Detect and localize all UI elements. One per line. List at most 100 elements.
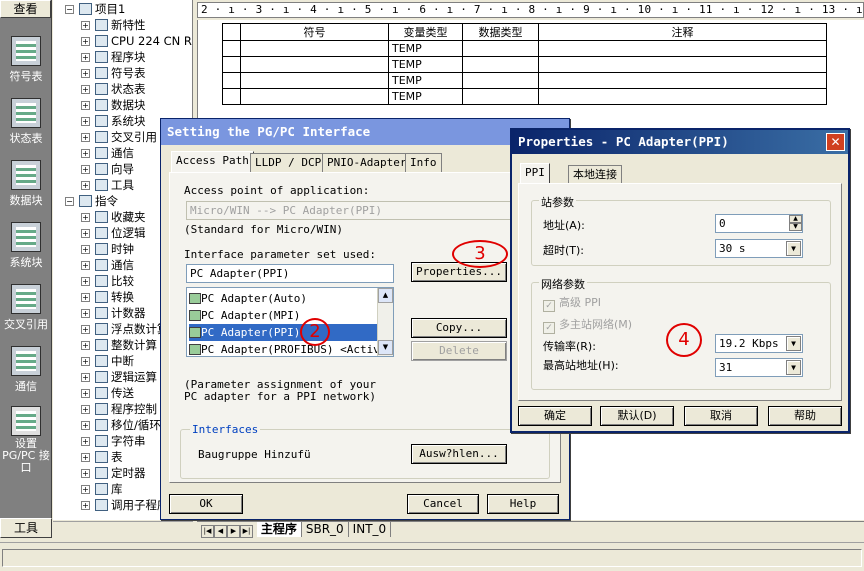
list-item[interactable]: PC Adapter(PROFIBUS) <Activ <box>189 341 380 356</box>
nav-item-data-block[interactable]: 数据块 <box>0 160 52 208</box>
param-set-field[interactable]: PC Adapter(PPI) <box>186 264 394 283</box>
tree-node[interactable]: + 传送 <box>81 385 134 401</box>
tree-node[interactable]: + 逻辑运算 <box>81 369 157 385</box>
tree-horizontal-scrollbar[interactable] <box>53 521 193 537</box>
default-button[interactable]: 默认(D) <box>600 406 674 426</box>
nav-item-cross-reference[interactable]: 交叉引用 <box>0 284 52 332</box>
tree-node[interactable]: + 浮点数计算 <box>81 321 169 337</box>
tree-node-project[interactable]: − 项目1 <box>65 1 125 17</box>
nav-item-status-table[interactable]: 状态表 <box>0 98 52 146</box>
var-type-cell[interactable]: TEMP <box>388 72 463 89</box>
list-item[interactable]: PC Adapter(MPI) <box>189 307 380 324</box>
tree-node[interactable]: + 通信 <box>81 257 134 273</box>
tree-node[interactable]: + 新特性 <box>81 17 146 33</box>
spin-up-icon[interactable]: ▲ <box>789 215 802 223</box>
tab-local-connection[interactable]: 本地连接 <box>568 165 622 184</box>
tab-sbr0[interactable]: SBR_0 <box>302 522 349 537</box>
dialog-title-bar[interactable]: Properties - PC Adapter(PPI) <box>512 130 848 154</box>
expand-icon[interactable]: + <box>81 149 90 158</box>
tree-node[interactable]: + 调用子程序 <box>81 497 169 513</box>
tree-node[interactable]: + 通信 <box>81 145 134 161</box>
expand-icon[interactable]: + <box>81 53 90 62</box>
var-type-cell[interactable]: TEMP <box>388 88 463 105</box>
tree-node[interactable]: + 中断 <box>81 353 134 369</box>
collapse-icon[interactable]: − <box>65 197 74 206</box>
nav-header-view[interactable]: 查看 <box>0 0 51 18</box>
scroll-up-icon[interactable]: ▲ <box>378 288 393 303</box>
nav-item-system-block[interactable]: 系统块 <box>0 222 52 270</box>
tree-node[interactable]: + 定时器 <box>81 465 146 481</box>
dropdown-arrow-icon[interactable]: ▼ <box>786 241 801 256</box>
table-row[interactable]: TEMP <box>222 40 827 57</box>
tab-main-program[interactable]: 主程序 <box>256 522 302 537</box>
expand-icon[interactable]: + <box>81 405 90 414</box>
next-tab-icon[interactable]: ▶ <box>227 525 240 538</box>
expand-icon[interactable]: + <box>81 325 90 334</box>
tree-node[interactable]: + 表 <box>81 449 123 465</box>
help-button[interactable]: 帮助 <box>768 406 842 426</box>
table-row[interactable]: TEMP <box>222 56 827 73</box>
tree-node[interactable]: + 库 <box>81 481 123 497</box>
cancel-button[interactable]: Cancel <box>407 494 479 514</box>
tree-node[interactable]: + 系统块 <box>81 113 146 129</box>
var-type-cell[interactable]: TEMP <box>388 40 463 57</box>
expand-icon[interactable]: + <box>81 213 90 222</box>
scroll-down-icon[interactable]: ▼ <box>378 340 393 355</box>
expand-icon[interactable]: + <box>81 229 90 238</box>
tree-node[interactable]: + 状态表 <box>81 81 146 97</box>
tree-node[interactable]: + 移位/循环 <box>81 417 161 433</box>
dialog-title-bar[interactable]: Setting the PG/PC Interface <box>161 119 569 145</box>
expand-icon[interactable]: + <box>81 165 90 174</box>
expand-icon[interactable]: + <box>81 437 90 446</box>
close-icon[interactable]: ✕ <box>826 133 845 151</box>
ok-button[interactable]: 确定 <box>518 406 592 426</box>
expand-icon[interactable]: + <box>81 373 90 382</box>
access-point-combo[interactable]: Micro/WIN --> PC Adapter(PPI) <box>186 201 544 220</box>
help-button[interactable]: Help <box>487 494 559 514</box>
tree-node[interactable]: + 数据块 <box>81 97 146 113</box>
expand-icon[interactable]: + <box>81 37 90 46</box>
expand-icon[interactable]: + <box>81 261 90 270</box>
copy-button[interactable]: Copy... <box>411 318 507 338</box>
expand-icon[interactable]: + <box>81 277 90 286</box>
tree-node[interactable]: + CPU 224 CN R <box>81 33 192 49</box>
nav-item-symbol-table[interactable]: 符号表 <box>0 36 52 84</box>
delete-button[interactable]: Delete <box>411 341 507 361</box>
tree-node[interactable]: + 程序块 <box>81 49 146 65</box>
tab-ppi[interactable]: PPI <box>520 163 550 184</box>
tab-access-path[interactable]: Access Path <box>171 151 254 172</box>
expand-icon[interactable]: + <box>81 485 90 494</box>
tree-node[interactable]: + 向导 <box>81 161 134 177</box>
list-item-selected[interactable]: PC Adapter(PPI) <box>189 324 380 341</box>
tree-node-instructions[interactable]: − 指令 <box>65 193 118 209</box>
list-item[interactable]: PC Adapter(Auto) <box>189 290 380 307</box>
dropdown-arrow-icon[interactable]: ▼ <box>786 336 801 351</box>
select-button[interactable]: Ausw?hlen... <box>411 444 507 464</box>
spin-down-icon[interactable]: ▼ <box>789 223 802 231</box>
expand-icon[interactable]: + <box>81 69 90 78</box>
tree-node[interactable]: + 程序控制 <box>81 401 157 417</box>
last-tab-icon[interactable]: ▶| <box>240 525 253 538</box>
expand-icon[interactable]: + <box>81 469 90 478</box>
expand-icon[interactable]: + <box>81 453 90 462</box>
var-type-cell[interactable]: TEMP <box>388 56 463 73</box>
expand-icon[interactable]: + <box>81 101 90 110</box>
expand-icon[interactable]: + <box>81 85 90 94</box>
spinner-buttons[interactable]: ▲ ▼ <box>789 215 802 232</box>
tree-node[interactable]: + 工具 <box>81 177 134 193</box>
tab-lldp-dcp[interactable]: LLDP / DCP <box>250 153 327 172</box>
expand-icon[interactable]: + <box>81 117 90 126</box>
tab-info[interactable]: Info <box>405 153 442 172</box>
expand-icon[interactable]: + <box>81 341 90 350</box>
expand-icon[interactable]: + <box>81 133 90 142</box>
table-row[interactable]: TEMP <box>222 72 827 89</box>
tree-node[interactable]: + 字符串 <box>81 433 146 449</box>
tree-node[interactable]: + 交叉引用 <box>81 129 157 145</box>
expand-icon[interactable]: + <box>81 389 90 398</box>
tree-node[interactable]: + 位逻辑 <box>81 225 146 241</box>
expand-icon[interactable]: + <box>81 181 90 190</box>
baud-rate-combo[interactable]: 19.2 Kbps ▼ <box>715 334 803 353</box>
tree-node[interactable]: + 符号表 <box>81 65 146 81</box>
tree-node[interactable]: + 收藏夹 <box>81 209 146 225</box>
collapse-icon[interactable]: − <box>65 5 74 14</box>
